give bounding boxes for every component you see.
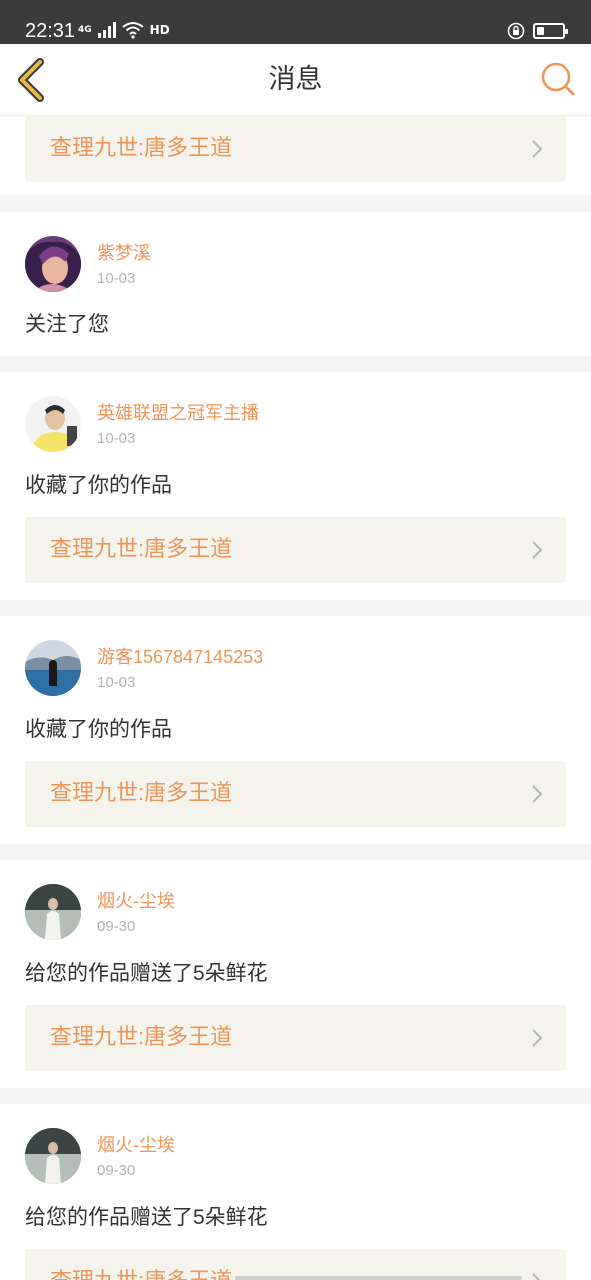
work-link[interactable]: 查理九世:唐多王道 bbox=[25, 761, 566, 827]
message-list[interactable]: 查理九世:唐多王道 紫梦溪 10-03 关注了您 英雄联盟之冠军主播 10-03… bbox=[0, 116, 591, 1280]
message-date: 09-30 bbox=[97, 918, 136, 935]
work-title: 查理九世:唐多王道 bbox=[50, 1266, 232, 1280]
message-card: 烟火-尘埃 09-30 给您的作品赠送了5朵鲜花 查理九世:唐多王道 bbox=[0, 860, 591, 1088]
avatar[interactable] bbox=[25, 236, 81, 292]
username[interactable]: 紫梦溪 bbox=[97, 241, 151, 265]
chevron-right-icon bbox=[532, 1029, 543, 1047]
page-title: 消息 bbox=[268, 64, 323, 95]
network-type-label: 4G bbox=[78, 25, 92, 35]
message-date: 10-03 bbox=[97, 430, 136, 447]
status-time: 22:31 bbox=[25, 20, 76, 42]
battery-icon bbox=[533, 23, 568, 39]
lock-rotation-icon bbox=[507, 22, 525, 40]
message-action: 关注了您 bbox=[25, 313, 109, 336]
message-card: 游客1567847145253 10-03 收藏了你的作品 查理九世:唐多王道 bbox=[0, 616, 591, 844]
username[interactable]: 烟火-尘埃 bbox=[97, 1133, 175, 1157]
search-icon bbox=[541, 62, 575, 96]
username[interactable]: 英雄联盟之冠军主播 bbox=[97, 401, 259, 425]
work-link[interactable]: 查理九世:唐多王道 bbox=[25, 517, 566, 583]
username[interactable]: 游客1567847145253 bbox=[97, 645, 263, 669]
message-card: 紫梦溪 10-03 关注了您 bbox=[0, 212, 591, 356]
chevron-right-icon bbox=[532, 541, 543, 559]
message-card: 查理九世:唐多王道 bbox=[0, 116, 591, 194]
work-title: 查理九世:唐多王道 bbox=[50, 536, 233, 561]
chevron-right-icon bbox=[532, 1273, 541, 1280]
status-icons-left: 4G HD bbox=[78, 20, 170, 40]
status-bar: 22:31 4G HD bbox=[0, 0, 591, 44]
message-action: 收藏了你的作品 bbox=[25, 718, 172, 741]
message-action: 给您的作品赠送了5朵鲜花 bbox=[25, 962, 268, 985]
wifi-icon bbox=[122, 22, 144, 39]
chevron-right-icon bbox=[532, 140, 543, 158]
status-icons-right bbox=[507, 20, 568, 42]
message-action: 收藏了你的作品 bbox=[25, 474, 172, 497]
work-title: 查理九世:唐多王道 bbox=[50, 1024, 233, 1049]
messages-screen: 22:31 4G HD 消息 查理九世:唐多王道 紫梦溪 10-03 关注了您 … bbox=[0, 0, 591, 1280]
avatar[interactable] bbox=[25, 1128, 81, 1184]
avatar[interactable] bbox=[25, 640, 81, 696]
avatar[interactable] bbox=[25, 884, 81, 940]
signal-icon bbox=[97, 22, 116, 38]
message-date: 09-30 bbox=[97, 1162, 136, 1179]
message-card: 英雄联盟之冠军主播 10-03 收藏了你的作品 查理九世:唐多王道 bbox=[0, 372, 591, 600]
work-title: 查理九世:唐多王道 bbox=[50, 780, 233, 805]
message-card: 烟火-尘埃 09-30 给您的作品赠送了5朵鲜花 查理九世:唐多王道 bbox=[0, 1104, 591, 1280]
avatar[interactable] bbox=[25, 396, 81, 452]
nav-bar: 消息 bbox=[0, 44, 591, 116]
chevron-right-icon bbox=[532, 785, 543, 803]
work-title: 查理九世:唐多王道 bbox=[50, 135, 233, 160]
scroll-indicator bbox=[235, 1276, 522, 1280]
battery-level-fill bbox=[537, 27, 544, 35]
work-link[interactable]: 查理九世:唐多王道 bbox=[25, 116, 566, 182]
message-date: 10-03 bbox=[97, 674, 136, 691]
username[interactable]: 烟火-尘埃 bbox=[97, 889, 175, 913]
hd-icon: HD bbox=[149, 23, 170, 37]
message-date: 10-03 bbox=[97, 270, 136, 287]
message-action: 给您的作品赠送了5朵鲜花 bbox=[25, 1206, 268, 1229]
work-link[interactable]: 查理九世:唐多王道 bbox=[25, 1005, 566, 1071]
search-button[interactable] bbox=[539, 60, 577, 98]
